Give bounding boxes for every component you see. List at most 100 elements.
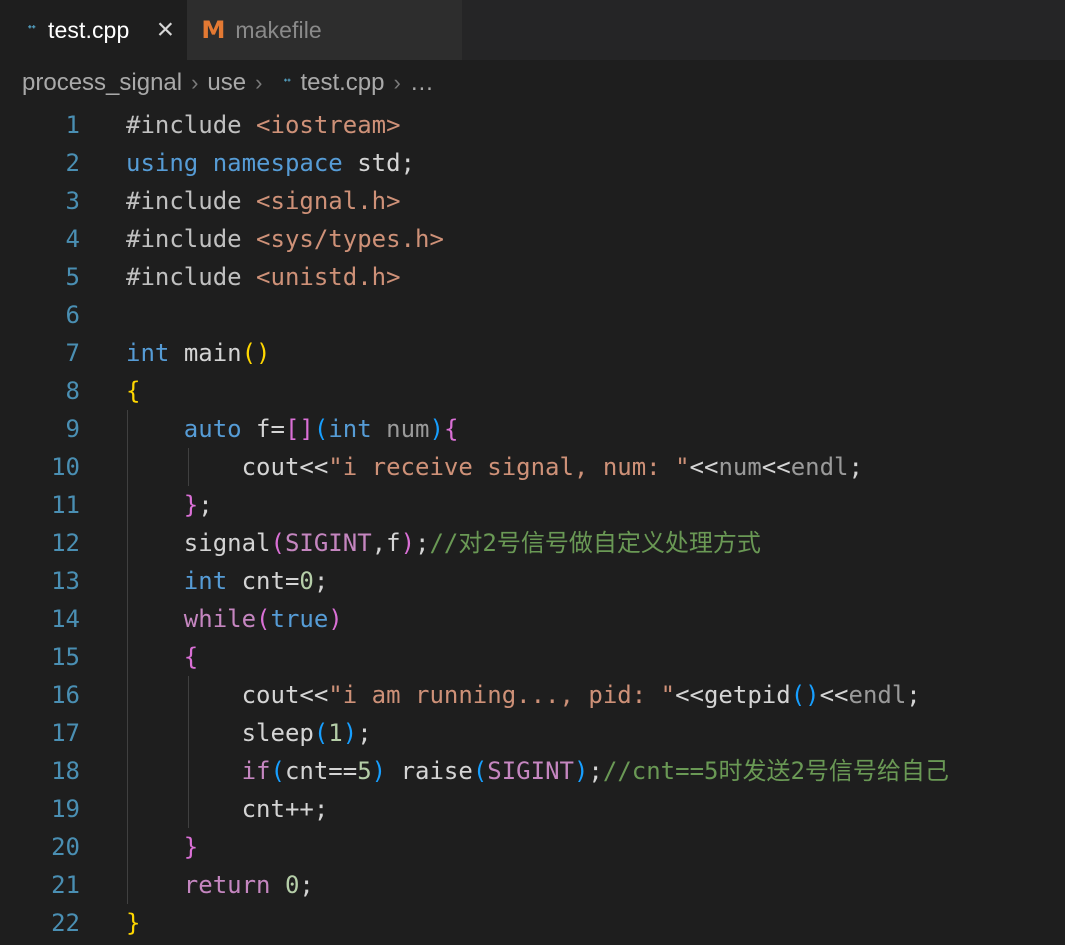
code-token: <sys/types.h> [256,225,444,253]
line-number: 22 [51,909,80,937]
code-content[interactable]: int main() [126,334,271,372]
code-line[interactable]: 5 #include <unistd.h> [0,258,1065,296]
code-token: #include [126,263,257,291]
code-line[interactable]: 6 [0,296,1065,334]
code-editor[interactable]: 1 #include <iostream> 2 using namespace std… [0,106,1065,945]
code-content[interactable]: using namespace std; [126,144,415,182]
code-content[interactable]: int cnt=0; [126,562,329,600]
code-line[interactable]: 20 } [0,828,1065,866]
code-content[interactable]: auto f=[](int num){ [126,410,459,448]
code-token: { [126,377,141,405]
code-content[interactable]: #include <unistd.h> [126,258,401,296]
code-line[interactable]: 1 #include <iostream> [0,106,1065,144]
code-content[interactable]: cout<<"i am running..., pid: "<<getpid()… [126,676,921,714]
code-line[interactable]: 3 #include <signal.h> [0,182,1065,220]
code-content[interactable]: cout<<"i receive signal, num: "<<num<<en… [126,448,863,486]
code-token: #include [126,225,257,253]
breadcrumb-item-3[interactable]: … [410,69,434,97]
code-content[interactable]: if(cnt==5) raise(SIGINT);//cnt==5时发送2号信号… [126,752,949,790]
code-line[interactable]: 16 cout<<"i am running..., pid: "<<getpi… [0,676,1065,714]
code-token: sleep [241,719,314,747]
code-line[interactable]: 10 cout<<"i receive signal, num: "<<num<… [0,448,1065,486]
code-token: endl [848,681,907,709]
code-token: ; [198,491,213,519]
code-line[interactable]: 12 signal(SIGINT,f);//对2号信号做自定义处理方式 [0,524,1065,562]
code-token: cout<< [241,681,329,709]
code-line[interactable]: 15 { [0,638,1065,676]
code-line[interactable]: 13 int cnt=0; [0,562,1065,600]
code-token: cnt= [227,567,300,595]
code-line[interactable]: 18 if(cnt==5) raise(SIGINT);//cnt==5时发送2… [0,752,1065,790]
code-token: { [183,643,199,671]
code-content[interactable]: { [126,372,140,410]
code-token: num [386,415,430,443]
code-token: } [183,833,199,861]
code-content[interactable]: }; [126,486,213,524]
code-token: 0 [299,567,314,595]
code-content[interactable]: { [126,638,198,676]
code-content[interactable]: #include <sys/types.h> [126,220,444,258]
code-token: SIGINT [284,529,372,557]
code-token: //对2号信号做自定义处理方式 [429,529,761,557]
breadcrumb-label: process_signal [22,69,183,96]
code-line[interactable]: 11 }; [0,486,1065,524]
code-token: ) [400,529,416,557]
code-line[interactable]: 8{ [0,372,1065,410]
cpp-file-icon [271,72,293,94]
code-content[interactable]: return 0; [126,866,314,904]
line-number: 12 [51,529,80,557]
code-token: ) [573,757,589,785]
tab-test-cpp[interactable]: test.cpp × [0,0,188,60]
code-token: if [241,757,271,785]
code-line[interactable]: 4 #include <sys/types.h> [0,220,1065,258]
code-content[interactable]: cnt++; [126,790,329,828]
code-token: ; [906,681,921,709]
code-token: main [183,339,242,367]
code-token: raise [400,757,473,785]
breadcrumb-item-2[interactable]: test.cpp [271,69,385,97]
code-token: << [819,681,849,709]
tab-label: makefile [235,16,322,43]
cpp-file-icon [14,18,38,42]
code-line[interactable]: 14 while(true) [0,600,1065,638]
code-content[interactable]: } [126,828,198,866]
code-content[interactable]: #include <iostream> [126,106,401,144]
code-token: ( [270,529,285,557]
code-content[interactable]: sleep(1); [126,714,372,752]
breadcrumb-item-1[interactable]: use [207,69,246,97]
code-token: SIGINT [487,757,574,785]
close-icon[interactable]: × [143,0,187,60]
code-token: ) [429,415,444,443]
code-token: 5 [357,757,372,785]
code-line[interactable]: 9 auto f=[](int num){ [0,410,1065,448]
code-token: cnt== [284,757,358,785]
code-token: ( [313,415,329,443]
code-line[interactable]: 17 sleep(1); [0,714,1065,752]
line-number: 6 [65,301,80,329]
code-token: << [761,453,791,481]
breadcrumb-label: … [409,69,434,96]
breadcrumb-item-0[interactable]: process_signal [22,69,182,97]
code-content[interactable]: #include <signal.h> [126,182,401,220]
code-content[interactable]: signal(SIGINT,f);//对2号信号做自定义处理方式 [126,524,761,562]
code-line[interactable]: 2 using namespace std; [0,144,1065,182]
code-token: #include [126,111,257,139]
code-token: auto [183,415,242,443]
line-number: 8 [65,377,80,405]
code-line[interactable]: 7 int main() [0,334,1065,372]
tab-makefile[interactable]: Mmakefile [187,0,462,60]
code-line[interactable]: 22} [0,904,1065,942]
code-line[interactable]: 19 cnt++; [0,790,1065,828]
code-token: f= [241,415,285,443]
line-number: 9 [65,415,80,443]
code-token: () [241,339,271,367]
code-content[interactable]: } [126,904,140,942]
code-content[interactable]: while(true) [126,600,343,638]
code-line[interactable]: 21 return 0; [0,866,1065,904]
